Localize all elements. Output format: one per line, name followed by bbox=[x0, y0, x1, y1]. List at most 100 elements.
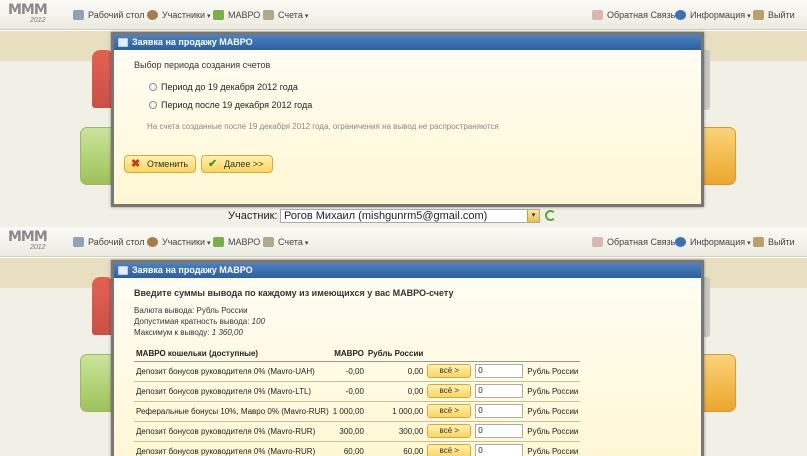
participants-icon bbox=[147, 10, 158, 20]
wallet-mavro: 300,00 bbox=[330, 421, 366, 442]
wallet-rub: 0,00 bbox=[365, 381, 426, 402]
nav-feedback-label: Обратная Связь bbox=[607, 237, 676, 247]
all-button[interactable]: всё > bbox=[427, 404, 472, 418]
all-button[interactable]: всё > bbox=[427, 424, 472, 438]
nav-participants[interactable]: Участники ▾ bbox=[147, 235, 211, 249]
cancel-button[interactable]: ✖ Отменить bbox=[124, 155, 196, 173]
nav-accounts-label: Счета bbox=[278, 237, 303, 247]
nav-info-label: Информация bbox=[690, 10, 746, 20]
nav-info[interactable]: Информация ▾ bbox=[675, 8, 751, 22]
nav-mavro-label: МАВРО bbox=[228, 237, 261, 247]
table-row: Реферальные бонусы 10%, Мавро 0% (Mavro-… bbox=[134, 401, 581, 422]
all-button[interactable]: всё > bbox=[427, 444, 472, 456]
wallet-rub: 1 000,00 bbox=[365, 401, 426, 422]
wallet-rub: 60,00 bbox=[365, 441, 426, 456]
nav-desktop[interactable]: Рабочий стол bbox=[73, 235, 145, 249]
next-button[interactable]: ✔ Далее >> bbox=[201, 155, 273, 173]
amount-input[interactable]: 0 bbox=[475, 424, 524, 438]
nav-info-label: Информация bbox=[690, 237, 746, 247]
column-mavro: МАВРО bbox=[330, 347, 366, 362]
amount-input[interactable]: 0 bbox=[475, 404, 524, 418]
feedback-icon bbox=[592, 237, 603, 247]
chevron-down-icon: ▾ bbox=[207, 240, 211, 247]
top-navbar: МММ 2012 Рабочий стол Участники ▾ МАВРО С… bbox=[0, 227, 807, 257]
cancel-label: Отменить bbox=[147, 159, 189, 169]
logo-letters: МММ bbox=[8, 229, 48, 245]
radio-period-after[interactable]: Период после 19 декабря 2012 года bbox=[149, 99, 312, 111]
wallet-mavro: 60,00 bbox=[330, 441, 366, 456]
mavro-icon bbox=[213, 10, 224, 20]
radio-period-before[interactable]: Период до 19 декабря 2012 года bbox=[149, 81, 298, 93]
nav-feedback[interactable]: Обратная Связь bbox=[592, 8, 675, 22]
nav-accounts[interactable]: Счета ▾ bbox=[263, 235, 308, 249]
column-rub: Рубль России bbox=[365, 347, 426, 362]
cancel-icon: ✖ bbox=[131, 158, 141, 170]
feedback-icon bbox=[592, 10, 603, 20]
chevron-down-icon[interactable]: ▾ bbox=[527, 210, 539, 222]
next-label: Далее >> bbox=[224, 159, 264, 169]
radio-button[interactable] bbox=[149, 101, 157, 109]
participants-icon bbox=[147, 237, 158, 247]
nav-mavro[interactable]: МАВРО bbox=[213, 8, 260, 22]
nav-participants-label: Участники bbox=[162, 10, 205, 20]
table-header: МАВРО кошельки (доступные) МАВРО Рубль Р… bbox=[134, 347, 581, 362]
amount-input[interactable]: 0 bbox=[475, 364, 524, 378]
desktop-icon bbox=[73, 237, 84, 247]
nav-accounts-label: Счета bbox=[278, 10, 303, 20]
nav-mavro-label: МАВРО bbox=[228, 10, 261, 20]
dialog-title: Заявка на продажу МАВРО bbox=[132, 37, 253, 47]
logout-icon bbox=[753, 237, 764, 247]
mmm-logo[interactable]: МММ 2012 bbox=[8, 2, 48, 28]
dialog-title-bar: Заявка на продажу МАВРО bbox=[114, 35, 701, 50]
wallet-currency: Рубль России bbox=[525, 441, 581, 456]
nav-accounts[interactable]: Счета ▾ bbox=[263, 8, 308, 22]
table-row: Депозит бонусов руководителя 0% (Mavro-L… bbox=[134, 381, 581, 402]
dialog-body: Введите суммы вывода по каждому из имеющ… bbox=[114, 278, 701, 456]
wallet-rub: 300,00 bbox=[365, 421, 426, 442]
amount-input[interactable]: 0 bbox=[475, 444, 524, 456]
wallet-name: Депозит бонусов руководителя 0% (Mavro-L… bbox=[134, 381, 331, 402]
radio-label: Период до 19 декабря 2012 года bbox=[161, 82, 298, 92]
wallet-name: Депозит бонусов руководителя 0% (Mavro-R… bbox=[134, 421, 331, 442]
logo-year: 2012 bbox=[30, 244, 46, 251]
wallet-currency: Рубль России bbox=[525, 361, 581, 382]
withdraw-currency: Валюта вывода: Рубль России bbox=[134, 306, 248, 315]
nav-participants-label: Участники bbox=[162, 237, 205, 247]
max-value: 1 360,00 bbox=[211, 328, 243, 337]
radio-button[interactable] bbox=[149, 83, 157, 91]
wallet-mavro: -0,00 bbox=[330, 381, 366, 402]
participant-select[interactable]: Рогов Михаил (mishgunrm5@gmail.com) ▾ bbox=[280, 209, 540, 223]
all-button[interactable]: всё > bbox=[427, 364, 472, 378]
nav-feedback[interactable]: Обратная Связь bbox=[592, 235, 675, 249]
amount-input[interactable]: 0 bbox=[475, 384, 524, 398]
wallet-name: Депозит бонусов руководителя 0% (Mavro-U… bbox=[134, 361, 331, 382]
nav-participants[interactable]: Участники ▾ bbox=[147, 8, 211, 22]
mavro-icon bbox=[213, 237, 224, 247]
wallet-mavro: 1 000,00 bbox=[330, 401, 366, 422]
withdraw-max: Максимум к выводу: 1 360,00 bbox=[134, 328, 243, 337]
window-icon bbox=[118, 38, 128, 47]
accounts-icon bbox=[263, 10, 274, 20]
refresh-icon[interactable] bbox=[545, 210, 556, 221]
info-icon bbox=[675, 237, 686, 247]
mmm-logo[interactable]: МММ 2012 bbox=[8, 229, 48, 255]
nav-info[interactable]: Информация ▾ bbox=[675, 235, 751, 249]
nav-mavro[interactable]: МАВРО bbox=[213, 235, 260, 249]
chevron-down-icon: ▾ bbox=[304, 240, 309, 247]
nav-desktop[interactable]: Рабочий стол bbox=[73, 8, 145, 22]
nav-logout[interactable]: Выйти bbox=[753, 8, 795, 22]
dialog-title-bar: Заявка на продажу МАВРО bbox=[114, 263, 701, 278]
all-button[interactable]: всё > bbox=[427, 384, 472, 398]
multiple-label: Допустимая кратность вывода: bbox=[134, 317, 250, 326]
top-screen: МММ 2012 Рабочий стол Участники ▾ МАВРО С… bbox=[0, 0, 807, 227]
logout-icon bbox=[753, 10, 764, 20]
wallet-rub: 0,00 bbox=[365, 361, 426, 382]
nav-logout-label: Выйти bbox=[768, 237, 795, 247]
chevron-down-icon: ▾ bbox=[207, 13, 211, 20]
accounts-icon bbox=[263, 237, 274, 247]
max-label: Максимум к выводу: bbox=[134, 328, 210, 337]
wallet-currency: Рубль России bbox=[525, 401, 581, 422]
nav-feedback-label: Обратная Связь bbox=[607, 10, 676, 20]
nav-logout[interactable]: Выйти bbox=[753, 235, 795, 249]
wallet-mavro: -0,00 bbox=[330, 361, 366, 382]
